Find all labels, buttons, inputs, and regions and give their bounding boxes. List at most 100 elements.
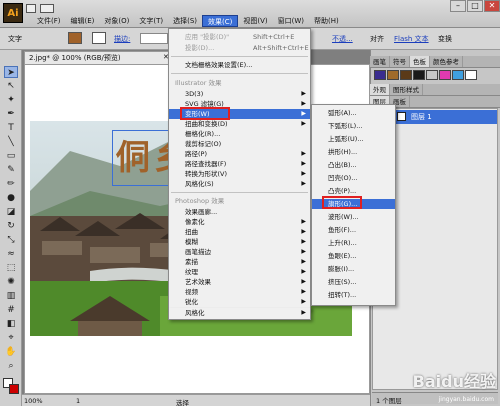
transform-label[interactable]: 变换 xyxy=(438,34,452,44)
minimize-button[interactable]: – xyxy=(450,0,466,12)
rectangle-tool-icon[interactable]: ▭ xyxy=(4,150,18,162)
graph-tool-icon[interactable]: ▥ xyxy=(4,290,18,302)
menu-type[interactable]: 文字(T) xyxy=(134,15,168,27)
warp-item-fish[interactable]: 鱼形(F)... xyxy=(312,225,395,235)
annotation-box-warp xyxy=(180,107,230,120)
menu-item-sharpen[interactable]: 锐化 ▶ xyxy=(169,297,310,307)
rotate-tool-icon[interactable]: ↻ xyxy=(4,220,18,232)
menu-item-blur[interactable]: 模糊 ▶ xyxy=(169,237,310,247)
arrange-documents-icon[interactable] xyxy=(40,4,54,13)
menu-item-distort-transform[interactable]: 扭曲和变换(D) ▶ xyxy=(169,119,310,129)
eraser-tool-icon[interactable]: ◪ xyxy=(4,206,18,218)
tab-swatches[interactable]: 色板 xyxy=(410,56,430,67)
symbol-sprayer-tool-icon[interactable]: ✺ xyxy=(4,276,18,288)
mesh-tool-icon[interactable]: # xyxy=(4,304,18,316)
menu-item-pathfinder[interactable]: 路径查找器(F) ▶ xyxy=(169,159,310,169)
page-number[interactable]: 1 xyxy=(76,397,80,405)
warp-item-inflate[interactable]: 膨胀(I)... xyxy=(312,264,395,274)
stroke-color-icon[interactable] xyxy=(9,384,19,394)
tab-brushes[interactable]: 画笔 xyxy=(370,56,390,67)
align-label[interactable]: 对齐 xyxy=(370,34,384,44)
menu-item-rasterize[interactable]: 栅格化(R)... xyxy=(169,129,310,139)
menu-select[interactable]: 选择(S) xyxy=(168,15,202,27)
free-transform-tool-icon[interactable]: ⬚ xyxy=(4,262,18,274)
document-tab[interactable]: 2.jpg* @ 100% (RGB/预览) xyxy=(24,51,174,64)
direct-selection-tool-icon[interactable]: ↖ xyxy=(4,80,18,92)
zoom-tool-icon[interactable]: ⌕ xyxy=(4,360,18,372)
line-tool-icon[interactable]: ╲ xyxy=(4,136,18,148)
warp-item-twist[interactable]: 扭转(T)... xyxy=(312,290,395,300)
workspace-icon[interactable] xyxy=(26,4,36,13)
swatch-2[interactable] xyxy=(400,70,412,80)
warp-item-arc-upper[interactable]: 上弧形(U)... xyxy=(312,134,395,144)
warp-item-shell-lower[interactable]: 凹壳(O)... xyxy=(312,173,395,183)
warp-item-wave[interactable]: 波形(W)... xyxy=(312,212,395,222)
maximize-button[interactable]: □ xyxy=(467,0,483,12)
swatch-0[interactable] xyxy=(374,70,386,80)
opacity-link[interactable]: 不透... xyxy=(332,34,353,44)
stroke-link[interactable]: 描边: xyxy=(114,34,130,44)
menu-file[interactable]: 文件(F) xyxy=(32,15,66,27)
menu-item-texture[interactable]: 纹理 ▶ xyxy=(169,267,310,277)
menu-item-stylize-ai[interactable]: 风格化(S) ▶ xyxy=(169,179,310,189)
tab-symbols[interactable]: 符号 xyxy=(390,56,410,67)
selection-tool-icon[interactable]: ➤ xyxy=(4,66,18,78)
fill-swatch[interactable] xyxy=(68,32,82,44)
swatch-1[interactable] xyxy=(387,70,399,80)
swatch-3[interactable] xyxy=(413,70,425,80)
pen-tool-icon[interactable]: ✒ xyxy=(4,108,18,120)
tab-appearance[interactable]: 外观 xyxy=(370,84,390,95)
menu-item-effect-gallery[interactable]: 效果画廊... xyxy=(169,207,310,217)
hand-tool-icon[interactable]: ✋ xyxy=(4,346,18,358)
warp-item-fisheye[interactable]: 鱼眼(E)... xyxy=(312,251,395,261)
submenu-arrow-icon: ▶ xyxy=(301,180,306,187)
menu-view[interactable]: 视图(V) xyxy=(238,15,272,27)
warp-item-arc-lower[interactable]: 下弧形(L)... xyxy=(312,121,395,131)
warp-item-squeeze[interactable]: 挤压(S)... xyxy=(312,277,395,287)
menu-item-doc-raster[interactable]: 文档栅格效果设置(E)... xyxy=(169,60,310,70)
warp-item-arc[interactable]: 弧形(A)... xyxy=(312,108,395,118)
menu-item-brush-strokes[interactable]: 画笔描边 ▶ xyxy=(169,247,310,257)
menu-help[interactable]: 帮助(H) xyxy=(309,15,344,27)
menu-item-video[interactable]: 视频 ▶ xyxy=(169,287,310,297)
menu-item-crop-marks[interactable]: 裁剪标记(O) xyxy=(169,139,310,149)
flash-text-link[interactable]: Flash 文本 xyxy=(394,34,429,44)
layer-name[interactable]: 图层 1 xyxy=(411,112,432,122)
menu-edit[interactable]: 编辑(E) xyxy=(66,15,100,27)
warp-item-rise[interactable]: 上升(R)... xyxy=(312,238,395,248)
scale-tool-icon[interactable]: ⤡ xyxy=(4,234,18,246)
warp-item-bulge[interactable]: 凸出(B)... xyxy=(312,160,395,170)
warp-item-shell-upper[interactable]: 凸壳(P)... xyxy=(312,186,395,196)
menu-window[interactable]: 窗口(W) xyxy=(273,15,309,27)
menu-item-sketch[interactable]: 素描 ▶ xyxy=(169,257,310,267)
swatch-7[interactable] xyxy=(465,70,477,80)
tab-color-guide[interactable]: 颜色参考 xyxy=(430,56,463,67)
menu-object[interactable]: 对象(O) xyxy=(99,15,134,27)
eyedropper-tool-icon[interactable]: ⌖ xyxy=(4,332,18,344)
menu-item-pixelate[interactable]: 像素化 ▶ xyxy=(169,217,310,227)
type-tool-icon[interactable]: T xyxy=(4,122,18,134)
blob-brush-tool-icon[interactable]: ● xyxy=(4,192,18,204)
stroke-weight-field[interactable] xyxy=(140,33,168,44)
warp-item-arch[interactable]: 拱形(H)... xyxy=(312,147,395,157)
gradient-tool-icon[interactable]: ◧ xyxy=(4,318,18,330)
close-button[interactable]: ✕ xyxy=(484,0,500,12)
magic-wand-tool-icon[interactable]: ✦ xyxy=(4,94,18,106)
menu-item-path[interactable]: 路径(P) ▶ xyxy=(169,149,310,159)
zoom-level[interactable]: 100% xyxy=(24,397,43,405)
menu-bar: 文件(F) 编辑(E) 对象(O) 文字(T) 选择(S) 效果(C) 视图(V… xyxy=(32,15,344,27)
menu-item-distort[interactable]: 扭曲 ▶ xyxy=(169,227,310,237)
menu-item-3d[interactable]: 3D(3) ▶ xyxy=(169,89,310,99)
menu-item-artistic[interactable]: 艺术效果 ▶ xyxy=(169,277,310,287)
swatch-5[interactable] xyxy=(439,70,451,80)
paintbrush-tool-icon[interactable]: ✎ xyxy=(4,164,18,176)
swatch-4[interactable] xyxy=(426,70,438,80)
menu-item-convert-to-shape[interactable]: 转换为形状(V) ▶ xyxy=(169,169,310,179)
stroke-swatch[interactable] xyxy=(92,32,106,44)
menu-effect[interactable]: 效果(C) xyxy=(202,15,239,27)
pencil-tool-icon[interactable]: ✏ xyxy=(4,178,18,190)
tab-graphic-styles[interactable]: 图形样式 xyxy=(390,84,423,95)
warp-tool-icon[interactable]: ≈ xyxy=(4,248,18,260)
swatch-6[interactable] xyxy=(452,70,464,80)
menu-item-stylize-ps[interactable]: 风格化 ▶ xyxy=(169,308,310,318)
